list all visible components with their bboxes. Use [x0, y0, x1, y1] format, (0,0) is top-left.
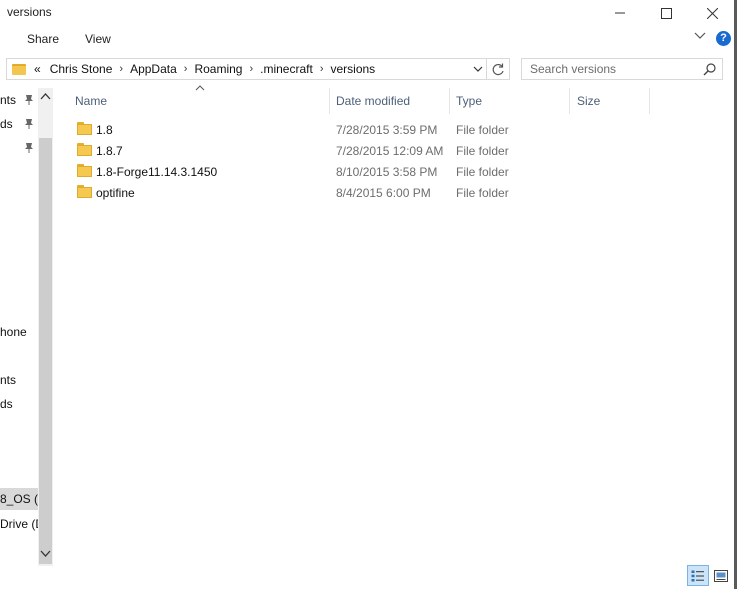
- tab-view[interactable]: View: [85, 32, 111, 46]
- column-type[interactable]: Type: [456, 94, 482, 108]
- file-name[interactable]: 1.8: [96, 123, 113, 137]
- chevron-right-icon[interactable]: ›: [184, 63, 188, 75]
- column-divider[interactable]: [329, 88, 330, 114]
- help-button[interactable]: ?: [716, 31, 731, 46]
- nav-item[interactable]: ds: [0, 117, 13, 131]
- chevron-down-icon[interactable]: [472, 63, 484, 75]
- file-type: File folder: [456, 144, 509, 158]
- nav-item[interactable]: hone: [0, 325, 27, 339]
- sort-ascending-icon: [195, 85, 205, 91]
- file-name[interactable]: 1.8-Forge11.14.3.1450: [96, 165, 217, 179]
- maximize-icon: [660, 7, 672, 19]
- large-icons-view-icon: [714, 569, 728, 582]
- folder-icon: [77, 164, 92, 177]
- refresh-icon: [492, 63, 504, 75]
- folder-icon: [77, 185, 92, 198]
- nav-item[interactable]: Drive (D: [0, 517, 38, 531]
- nav-scrollbar[interactable]: [38, 88, 53, 566]
- column-size[interactable]: Size: [577, 94, 600, 108]
- file-row[interactable]: 1.8 7/28/2015 3:59 PM File folder: [70, 119, 530, 140]
- view-toggle: [687, 565, 733, 587]
- column-name[interactable]: Name: [75, 94, 107, 108]
- breadcrumb-item[interactable]: Chris Stone: [50, 62, 113, 76]
- search-input[interactable]: [530, 62, 690, 76]
- file-type: File folder: [456, 123, 509, 137]
- folder-icon: [77, 122, 92, 135]
- nav-item-selected[interactable]: 8_OS (C: [0, 488, 38, 510]
- minimize-button[interactable]: [597, 0, 643, 26]
- file-row[interactable]: 1.8-Forge11.14.3.1450 8/10/2015 3:58 PM …: [70, 161, 530, 182]
- file-name[interactable]: 1.8.7: [96, 144, 123, 158]
- column-divider[interactable]: [449, 88, 450, 114]
- file-date: 7/28/2015 12:09 AM: [336, 144, 444, 158]
- column-header-row: Name Date modified Type Size: [60, 85, 660, 114]
- breadcrumb-item[interactable]: versions: [331, 62, 376, 76]
- title-bar: versions: [0, 0, 737, 26]
- address-bar[interactable]: « Chris Stone › AppData › Roaming › .min…: [6, 58, 487, 80]
- navigation-pane: nts ds hone nts ds 8_OS (C Drive (D: [0, 88, 38, 566]
- file-type: File folder: [456, 165, 509, 179]
- search-box[interactable]: [521, 58, 723, 80]
- file-type: File folder: [456, 186, 509, 200]
- breadcrumb-item[interactable]: .minecraft: [260, 62, 313, 76]
- breadcrumb-overflow[interactable]: «: [34, 62, 41, 76]
- breadcrumb-item[interactable]: Roaming: [194, 62, 242, 76]
- pin-icon[interactable]: [24, 142, 34, 153]
- details-view-icon: [691, 570, 704, 581]
- chevron-down-icon[interactable]: [40, 550, 51, 558]
- close-button[interactable]: [689, 0, 735, 26]
- close-icon: [706, 7, 718, 19]
- scrollbar-thumb[interactable]: [39, 138, 52, 564]
- chevron-right-icon[interactable]: ›: [249, 63, 253, 75]
- file-row[interactable]: optifine 8/4/2015 6:00 PM File folder: [70, 182, 530, 203]
- folder-icon: [12, 63, 26, 75]
- chevron-down-icon[interactable]: [694, 32, 706, 40]
- ribbon: Share View: [0, 26, 737, 53]
- file-date: 8/4/2015 6:00 PM: [336, 186, 431, 200]
- search-icon[interactable]: [703, 63, 716, 76]
- minimize-icon: [615, 12, 625, 14]
- column-date-modified[interactable]: Date modified: [336, 94, 410, 108]
- column-divider[interactable]: [569, 88, 570, 114]
- tab-share[interactable]: Share: [27, 32, 59, 46]
- breadcrumb-item[interactable]: AppData: [130, 62, 177, 76]
- file-date: 8/10/2015 3:58 PM: [336, 165, 438, 179]
- refresh-button[interactable]: [487, 58, 510, 80]
- pin-icon[interactable]: [24, 118, 34, 129]
- pin-icon[interactable]: [24, 94, 34, 105]
- chevron-right-icon[interactable]: ›: [320, 63, 324, 75]
- nav-item[interactable]: nts: [0, 93, 16, 107]
- nav-item[interactable]: nts: [0, 373, 16, 387]
- file-row[interactable]: 1.8.7 7/28/2015 12:09 AM File folder: [70, 140, 530, 161]
- maximize-button[interactable]: [643, 0, 689, 26]
- details-view-button[interactable]: [687, 565, 709, 586]
- file-name[interactable]: optifine: [96, 186, 135, 200]
- large-icons-view-button[interactable]: [710, 565, 732, 586]
- chevron-right-icon[interactable]: ›: [119, 63, 123, 75]
- file-date: 7/28/2015 3:59 PM: [336, 123, 438, 137]
- nav-item[interactable]: ds: [0, 397, 13, 411]
- chevron-up-icon[interactable]: [40, 92, 51, 100]
- column-divider[interactable]: [649, 88, 650, 114]
- folder-icon: [77, 143, 92, 156]
- window-title: versions: [7, 5, 52, 19]
